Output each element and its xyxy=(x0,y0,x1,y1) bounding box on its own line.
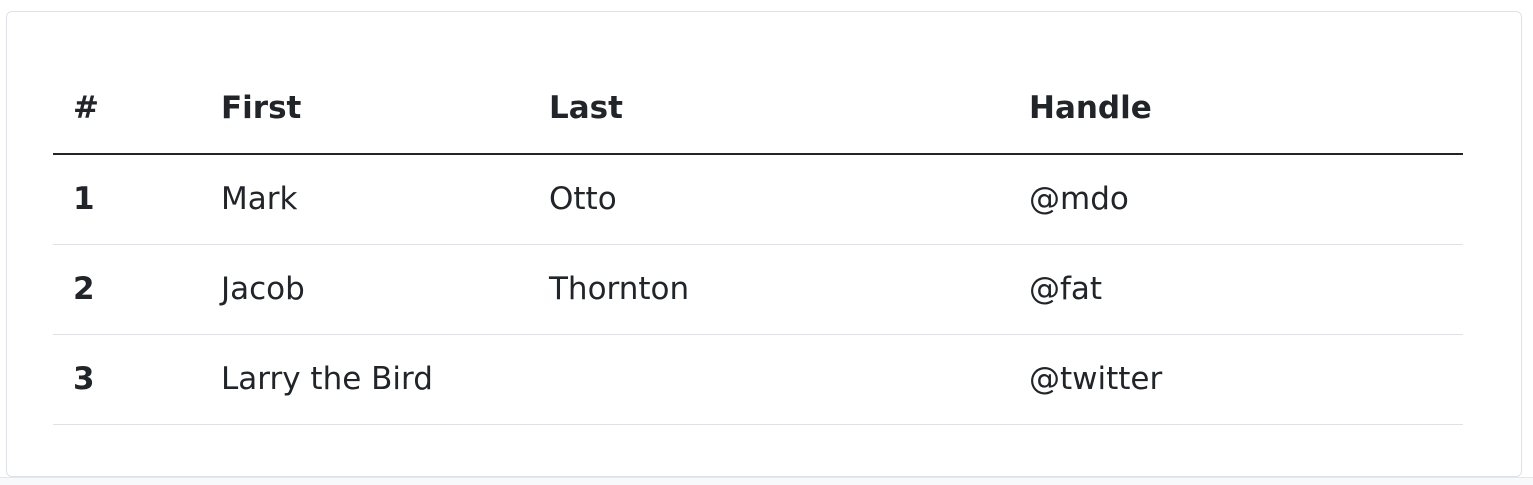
table-header: # First Last Handle xyxy=(53,65,1463,155)
row-number-cell: 2 xyxy=(53,244,201,335)
first-name-cell: Jacob xyxy=(201,244,529,335)
data-table: # First Last Handle 1 Mark Otto @mdo 2 J… xyxy=(53,65,1463,425)
column-header-number: # xyxy=(53,65,201,155)
table-row: 3 Larry the Bird @twitter xyxy=(53,334,1463,425)
last-name-cell xyxy=(529,334,1009,425)
column-header-handle: Handle xyxy=(1009,65,1463,155)
handle-cell: @mdo xyxy=(1009,154,1463,245)
column-header-last: Last xyxy=(529,65,1009,155)
first-name-cell: Larry the Bird xyxy=(201,334,529,425)
table-header-row: # First Last Handle xyxy=(53,65,1463,155)
column-header-first: First xyxy=(201,65,529,155)
first-name-cell: Mark xyxy=(201,154,529,245)
table-row: 2 Jacob Thornton @fat xyxy=(53,244,1463,335)
handle-cell: @fat xyxy=(1009,244,1463,335)
row-number-cell: 3 xyxy=(53,334,201,425)
table-body: 1 Mark Otto @mdo 2 Jacob Thornton @fat 3… xyxy=(53,154,1463,425)
last-name-cell: Otto xyxy=(529,154,1009,245)
last-name-cell: Thornton xyxy=(529,244,1009,335)
bottom-divider xyxy=(0,477,1533,485)
table-row: 1 Mark Otto @mdo xyxy=(53,154,1463,245)
row-number-cell: 1 xyxy=(53,154,201,245)
handle-cell: @twitter xyxy=(1009,334,1463,425)
